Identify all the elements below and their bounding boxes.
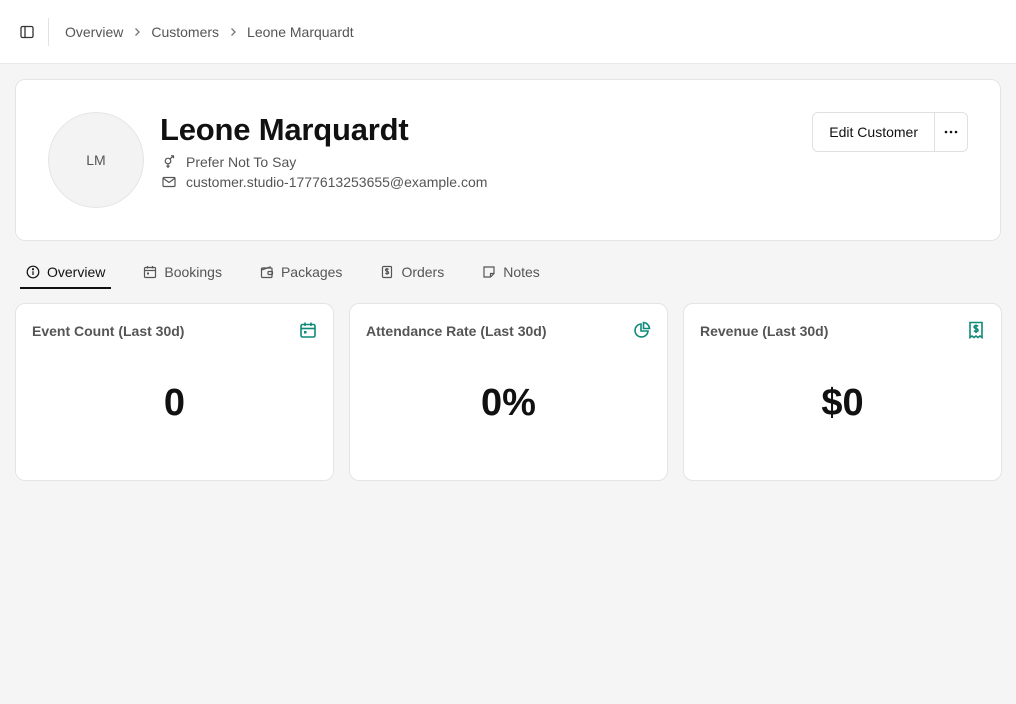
chevron-right-icon (133, 27, 141, 37)
tab-label: Packages (280, 264, 343, 280)
stat-value: 0 (163, 382, 186, 424)
breadcrumb-overview[interactable]: Overview (65, 24, 123, 40)
breadcrumb: Overview Customers Leone Marquardt (65, 24, 354, 40)
stat-value: $0 (821, 382, 864, 424)
gender-text: Prefer Not To Say (186, 154, 297, 170)
top-bar: Overview Customers Leone Marquardt (0, 0, 1016, 64)
info-icon (26, 265, 40, 279)
calendar-icon (143, 265, 157, 279)
customer-name: Leone Marquardt (160, 112, 409, 147)
stat-card-event-count: Event Count (Last 30d) 0 (15, 303, 334, 481)
chevron-right-icon (229, 27, 237, 37)
sticky-note-icon (482, 265, 496, 279)
email-text[interactable]: customer.studio-1777613253655@example.co… (186, 174, 487, 190)
breadcrumb-customers[interactable]: Customers (151, 24, 219, 40)
avatar-initials: LM (86, 152, 106, 168)
customer-email: customer.studio-1777613253655@example.co… (162, 174, 487, 190)
stat-title: Attendance Rate (Last 30d) (366, 323, 547, 339)
customer-profile-card: LM Leone Marquardt Prefer Not To Say cus… (15, 79, 1001, 241)
stat-title: Revenue (Last 30d) (700, 323, 829, 339)
gender-icon (162, 155, 176, 169)
tab-label: Bookings (164, 264, 222, 280)
sidebar-toggle-icon[interactable] (16, 21, 38, 43)
wallet-icon (260, 265, 274, 279)
customer-tabs: Overview Bookings Packages Orders Notes (20, 256, 572, 289)
tab-bookings[interactable]: Bookings (137, 256, 228, 289)
stat-title: Event Count (Last 30d) (32, 323, 185, 339)
tab-orders[interactable]: Orders (374, 256, 450, 289)
calendar-icon (300, 322, 316, 338)
divider (48, 17, 49, 46)
more-options-button[interactable] (935, 113, 967, 151)
customer-gender: Prefer Not To Say (162, 154, 296, 170)
tab-label: Overview (47, 264, 106, 280)
breadcrumb-current: Leone Marquardt (247, 23, 354, 40)
tab-notes[interactable]: Notes (476, 256, 546, 289)
edit-customer-button[interactable]: Edit Customer (813, 113, 935, 151)
stat-card-revenue: Revenue (Last 30d) $0 (683, 303, 1002, 481)
tab-label: Notes (503, 264, 540, 280)
receipt-icon (969, 321, 983, 339)
dollar-receipt-icon (380, 265, 394, 279)
pie-chart-icon (634, 321, 651, 338)
stat-card-attendance-rate: Attendance Rate (Last 30d) 0% (349, 303, 668, 481)
stats-row: Event Count (Last 30d) 0 Attendance Rate… (15, 303, 1002, 481)
avatar: LM (48, 112, 144, 208)
more-horizontal-icon (944, 130, 958, 134)
mail-icon (162, 175, 176, 189)
profile-actions: Edit Customer (812, 112, 968, 152)
stat-value: 0% (481, 382, 536, 424)
tab-overview[interactable]: Overview (20, 256, 112, 289)
tab-packages[interactable]: Packages (254, 256, 348, 289)
tab-label: Orders (401, 264, 445, 280)
